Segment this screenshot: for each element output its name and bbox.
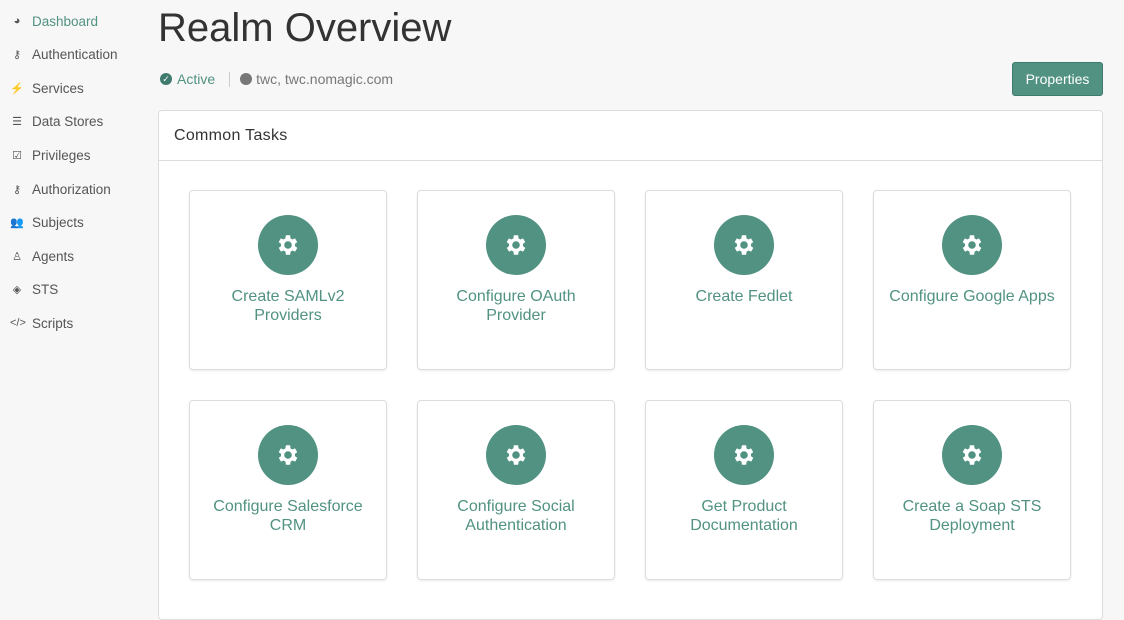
gear-icon	[258, 425, 318, 485]
gear-icon	[486, 215, 546, 275]
sidebar-item-label: Subjects	[32, 215, 84, 231]
sidebar-item-privileges[interactable]: ☑ Privileges	[10, 145, 91, 165]
task-label: Configure OAuth Provider	[456, 288, 576, 324]
realm-status-bar: ✓ Active twc, twc.nomagic.com	[160, 71, 393, 87]
sidebar-item-label: Services	[32, 80, 84, 96]
task-card[interactable]: Get Product Documentation	[645, 400, 843, 580]
properties-button[interactable]: Properties	[1012, 62, 1103, 96]
divider	[229, 71, 231, 87]
sidebar-item-scripts[interactable]: </> Scripts	[10, 313, 73, 333]
task-label: Get Product Documentation	[690, 498, 798, 534]
sidebar-item-agents[interactable]: ♙ Agents	[10, 246, 74, 266]
sidebar-item-label: Authentication	[32, 47, 118, 63]
common-tasks-panel: Common Tasks Create SAMLv2 Providers Conf…	[158, 110, 1103, 620]
sidebar-item-services[interactable]: ⚡ Services	[10, 78, 84, 98]
status-active: ✓ Active	[160, 71, 215, 87]
task-label: Configure Google Apps	[889, 288, 1055, 305]
task-card[interactable]: Configure Google Apps	[873, 190, 1071, 370]
sidebar-item-label: Agents	[32, 248, 75, 264]
sidebar-item-label: Dashboard	[32, 13, 99, 29]
sidebar-item-authentication[interactable]: ⚷ Authentication	[10, 45, 118, 65]
realm-name: twc, twc.nomagic.com	[256, 71, 394, 87]
gear-icon	[714, 215, 774, 275]
ticket-icon: ◈	[12, 284, 22, 297]
sidebar-item-authorization[interactable]: ⚷ Authorization	[10, 179, 111, 199]
task-card[interactable]: Configure Salesforce CRM	[189, 400, 387, 580]
task-label: Create SAMLv2 Providers	[231, 288, 345, 324]
gear-icon	[714, 425, 774, 485]
gear-icon	[486, 425, 546, 485]
gear-icon	[942, 425, 1002, 485]
task-card[interactable]: Create SAMLv2 Providers	[189, 190, 387, 370]
check-circle-icon: ✓	[160, 73, 172, 85]
plug-icon: ⚡	[10, 82, 24, 95]
sidebar-item-dashboard[interactable]: ◕ Dashboard	[10, 11, 98, 31]
panel-title: Common Tasks	[159, 111, 1102, 161]
sidebar-item-sts[interactable]: ◈ STS	[10, 280, 59, 300]
task-label: Create Fedlet	[695, 288, 793, 305]
sidebar-item-data-stores[interactable]: ☰ Data Stores	[10, 112, 103, 132]
key-icon: ⚷	[12, 49, 22, 62]
key-icon: ⚷	[12, 183, 22, 196]
check-square-icon: ☑	[12, 149, 22, 162]
page-title: Realm Overview	[158, 6, 452, 50]
sidebar-item-label: Data Stores	[32, 114, 104, 130]
task-card[interactable]: Configure Social Authentication	[417, 400, 615, 580]
status-label: Active	[177, 71, 216, 87]
database-icon: ☰	[12, 116, 22, 129]
task-label: Create a Soap STS Deployment	[902, 498, 1042, 534]
sidebar-item-subjects[interactable]: 👥 Subjects	[10, 213, 84, 233]
code-icon: </>	[10, 317, 26, 330]
dashboard-icon: ◕	[13, 15, 21, 27]
task-label: Configure Salesforce CRM	[213, 498, 363, 534]
person-icon: ♙	[12, 250, 22, 263]
globe-icon	[240, 73, 253, 85]
sidebar-item-label: Authorization	[32, 181, 111, 197]
gear-icon	[942, 215, 1002, 275]
users-icon: 👥	[10, 217, 24, 230]
task-card[interactable]: Create a Soap STS Deployment	[873, 400, 1071, 580]
sidebar-item-label: STS	[32, 282, 59, 298]
task-label: Configure Social Authentication	[457, 498, 575, 534]
task-card[interactable]: Configure OAuth Provider	[417, 190, 615, 370]
sidebar-item-label: Scripts	[32, 315, 74, 331]
task-card[interactable]: Create Fedlet	[645, 190, 843, 370]
realm-info: twc, twc.nomagic.com	[240, 71, 393, 87]
sidebar-item-label: Privileges	[32, 147, 91, 163]
gear-icon	[258, 215, 318, 275]
